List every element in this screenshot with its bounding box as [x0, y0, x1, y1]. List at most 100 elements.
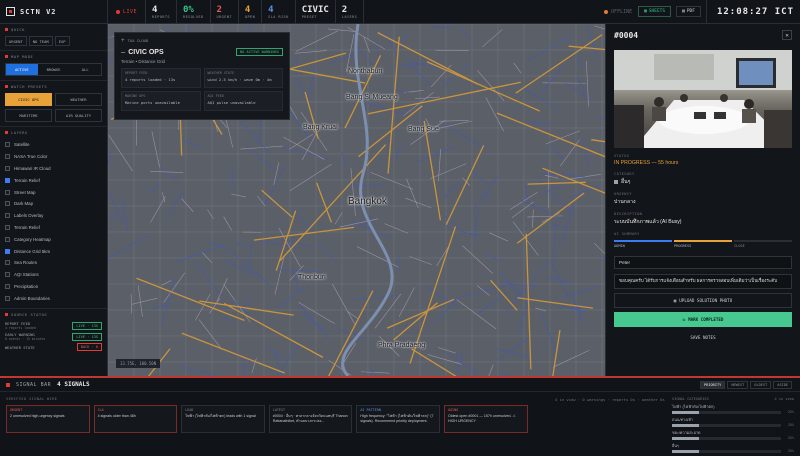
minor-road [540, 65, 564, 95]
signal-meta: 4 in view · 0 warnings · reports 0s · we… [555, 397, 665, 402]
minor-road [307, 64, 317, 100]
layer-item[interactable]: Precipitation [5, 281, 102, 293]
major-road [423, 120, 442, 221]
collapse-icon[interactable]: – [121, 48, 125, 56]
report-photo[interactable] [614, 50, 792, 148]
layer-item[interactable]: Terrain Relief [5, 174, 102, 186]
map-mode-all[interactable]: ALL [69, 64, 101, 75]
phase-progress[interactable]: PROGRESS [674, 240, 732, 248]
layer-checkbox[interactable] [5, 283, 10, 289]
layer-item[interactable]: NASA True Color [5, 151, 102, 163]
signal-card[interactable]: URGENT 2 unresolved high-urgency signals [6, 405, 90, 433]
sort-tab-oldest[interactable]: OLDEST [750, 381, 772, 389]
signal-card[interactable]: AGING Oldest open #0001 — 157h unresolved… [443, 405, 528, 433]
chip-urgent[interactable]: URGENT [5, 36, 27, 46]
layer-item[interactable]: Category Heatmap [5, 233, 102, 245]
overlay-header: – CIVIC OPS NO ACTIVE WARNINGS [121, 48, 283, 56]
map-mode-browse[interactable]: BROWSE [38, 64, 70, 75]
signal-card[interactable]: LEAD ไฟฟ้า (ไฟฟ้าดับ/ไฟฟ้าตก) leads with … [181, 405, 265, 433]
phase-close[interactable]: CLOSE [734, 240, 792, 248]
layer-item[interactable]: Terrain Relief [5, 222, 102, 234]
stat-label: OPEN [244, 14, 256, 19]
preset-civic-ops[interactable]: CIVIC OPS [5, 93, 52, 106]
layer-checkbox[interactable] [5, 260, 10, 266]
map-mode-toggle: ACTIVE BROWSE ALL [5, 63, 102, 76]
upload-photo-button[interactable]: ▣ UPLOAD SOLUTION PHOTO [614, 293, 792, 308]
minor-road [195, 294, 211, 321]
assignee-field[interactable]: Peter [614, 256, 792, 269]
close-icon[interactable]: ✕ [782, 30, 792, 40]
minor-road [462, 245, 493, 274]
chip-no-team[interactable]: NO TEAM [28, 36, 53, 46]
layer-checkbox[interactable] [5, 201, 10, 207]
sigcat-percent: 25% [787, 436, 794, 440]
signal-cards: URGENT 2 unresolved high-urgency signals S… [6, 405, 528, 433]
layer-checkbox[interactable] [5, 295, 10, 301]
phase-admin[interactable]: ADMIN [614, 240, 672, 248]
signal-card[interactable]: SLA 4 signals older than 48h [93, 405, 178, 433]
layer-checkbox[interactable] [5, 177, 10, 183]
minor-road [444, 181, 460, 199]
sigcat-track [672, 423, 781, 427]
layer-checkbox[interactable] [5, 189, 10, 195]
layer-item[interactable]: Satellite [5, 139, 102, 151]
map-mode-active[interactable]: ACTIVE [6, 64, 38, 75]
layer-item[interactable]: Dark Map [5, 198, 102, 210]
minor-road [317, 242, 338, 264]
major-road [316, 182, 333, 223]
layer-item[interactable]: Street Map [5, 186, 102, 198]
save-notes-button[interactable]: SAVE NOTES [614, 331, 792, 344]
major-road [516, 192, 585, 244]
source-row: WEATHER STATE BACK · 0 [5, 343, 102, 352]
layer-checkbox[interactable] [5, 272, 10, 278]
layer-item[interactable]: AQI Stations [5, 269, 102, 281]
minor-road [544, 175, 559, 179]
preset-air-quality[interactable]: AIR QUALITY [55, 109, 102, 122]
minor-road [180, 366, 218, 376]
minor-road [289, 163, 332, 192]
minor-road [161, 280, 172, 286]
pdf-button[interactable]: ▤ PDF [676, 6, 701, 17]
stat-resolved: 0% RESOLVED [177, 0, 211, 24]
layer-checkbox[interactable] [5, 142, 10, 148]
layer-item[interactable]: Labels Overlay [5, 210, 102, 222]
layer-item[interactable]: Admin Boundaries [5, 292, 102, 304]
layer-checkbox[interactable] [5, 224, 10, 230]
signal-categories: SIGNAL CATEGORIES 4 in view ไฟฟ้า (ไฟฟ้าด… [672, 397, 794, 456]
layer-item[interactable]: Distance Grid 5km [5, 245, 102, 257]
minor-road [437, 347, 456, 354]
description-value: ระบบบันทึกภาพแล้ว (AI Busy) [614, 219, 682, 225]
layer-checkbox[interactable] [5, 236, 10, 242]
stat-preset: CIVIC PRESET [296, 0, 336, 24]
layer-checkbox[interactable] [5, 248, 10, 254]
preset-maritime[interactable]: MARITIME [5, 109, 52, 122]
layer-item[interactable]: Sea Routes [5, 257, 102, 269]
layer-label: Precipitation [14, 283, 39, 289]
preset-weather[interactable]: WEATHER [55, 93, 102, 106]
note-field[interactable]: ขอบคุณครับ ได้รับการแจ้งเตือนสำหรับ ผลกา… [614, 274, 792, 289]
sort-tab-priority[interactable]: PRIORITY [700, 381, 726, 389]
layer-label: Terrain Relief [14, 224, 40, 230]
stat-label: LAYERS [341, 14, 358, 19]
minor-road [395, 145, 402, 159]
major-road [496, 112, 605, 158]
preset-grid: CIVIC OPS WEATHER MARITIME AIR QUALITY [5, 93, 102, 122]
chip-exp[interactable]: EXP [54, 36, 70, 46]
minor-road [295, 55, 298, 76]
layer-checkbox[interactable] [5, 165, 10, 171]
layer-checkbox[interactable] [5, 213, 10, 219]
sort-tab-aside[interactable]: ASIDE [773, 381, 793, 389]
warnings-badge: NO ACTIVE WARNINGS [236, 48, 283, 56]
minor-road [512, 221, 539, 256]
minor-road [131, 297, 158, 305]
layer-item[interactable]: Himawari IR Cloud [5, 163, 102, 175]
signal-card[interactable]: LATEST #0004 · อื่นๆ · ศาลากลางจังหวัดนนท… [268, 405, 353, 433]
sort-tab-newest[interactable]: NEWEST [727, 381, 749, 389]
sheets-button[interactable]: ▦ SHEETS [638, 6, 672, 17]
minor-road [569, 184, 601, 198]
overlay-toggle[interactable]: + TOA CLOUD [121, 37, 283, 44]
minor-road [582, 138, 589, 168]
signal-card[interactable]: AI PATTERN High frequency: "ไฟฟ้า (ไฟฟ้าด… [356, 405, 440, 433]
layer-checkbox[interactable] [5, 154, 10, 160]
mark-completed-button[interactable]: ◎ MARK COMPLETED [614, 312, 792, 327]
